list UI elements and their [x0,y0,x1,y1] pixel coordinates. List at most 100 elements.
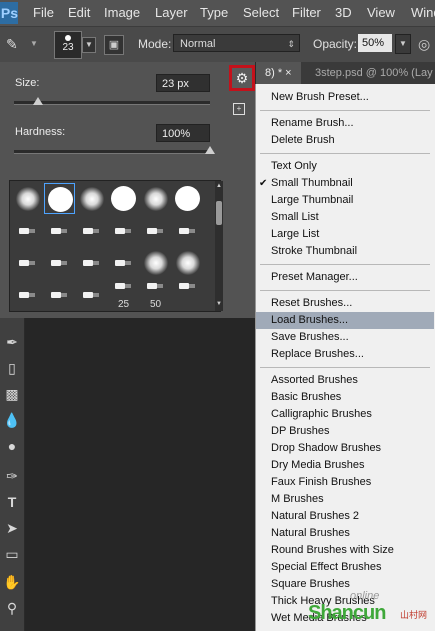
menu-select[interactable]: Select [243,5,279,20]
brush-thumbnail[interactable] [172,247,203,278]
menu-item-new-brush-preset[interactable]: New Brush Preset... [256,89,434,106]
brush-thumbnail[interactable] [44,247,75,278]
brush-thumbnail[interactable] [76,247,107,278]
brush-thumbnail-grid: 25 50 ▲ ▼ [9,180,223,312]
menu-image[interactable]: Image [104,5,140,20]
menu-3d[interactable]: 3D [335,5,352,20]
pen-icon[interactable]: ✑ [2,466,22,486]
gradient-icon[interactable]: ▩ [2,384,22,404]
brush-thumbnail[interactable] [76,279,107,310]
airbrush-icon [147,227,163,235]
brush-thumbnail[interactable] [76,215,107,246]
opacity-dropdown[interactable]: ▼ [395,34,411,54]
brush-thumbnail[interactable] [172,279,203,310]
menu-item-library[interactable]: Assorted Brushes [256,372,434,389]
menu-item-stroke-thumbnail[interactable]: Stroke Thumbnail [256,243,434,260]
menu-type[interactable]: Type [200,5,228,20]
tool-preset-chevron-icon[interactable]: ▼ [30,39,38,48]
blur-icon[interactable]: 💧 [2,410,22,430]
menu-item-library[interactable]: M Brushes [256,491,434,508]
brush-thumbnail[interactable] [44,215,75,246]
menu-item-library[interactable]: Calligraphic Brushes [256,406,434,423]
menu-bar: Ps File Edit Image Layer Type Select Fil… [0,0,435,27]
menu-item-load-brushes[interactable]: Load Brushes... [256,312,434,329]
size-slider-thumb[interactable] [32,97,43,105]
menu-item-text-only[interactable]: Text Only [256,158,434,175]
pressure-opacity-icon[interactable]: ◎ [418,36,430,53]
gear-icon[interactable]: ⚙ [229,65,255,91]
hardness-slider-thumb[interactable] [205,146,215,154]
brush-preset-picker[interactable]: 23 [54,31,82,59]
mode-select[interactable]: Normal ⇕ [173,34,300,52]
photoshop-logo[interactable]: Ps [0,2,18,24]
brush-thumbnail[interactable] [108,247,139,278]
brush-thumbnail[interactable] [12,183,43,214]
dodge-icon[interactable]: ● [2,436,22,456]
brush-thumbnail[interactable] [140,215,171,246]
menu-item-replace-brushes[interactable]: Replace Brushes... [256,346,434,363]
menu-item-library[interactable]: Natural Brushes 2 [256,508,434,525]
tab-active-document[interactable]: 8) * × [255,62,301,84]
menu-layer[interactable]: Layer [155,5,188,20]
menu-item-library[interactable]: Faux Finish Brushes [256,474,434,491]
brush-thumbnail[interactable] [140,247,171,278]
opacity-input[interactable]: 50% [358,34,392,52]
brush-thumbnail[interactable] [76,183,107,214]
brush-tool-icon[interactable]: ✎ [6,36,24,54]
menu-item-library[interactable]: Round Brushes with Size [256,542,434,559]
history-brush-icon[interactable]: ✒ [2,332,22,352]
brush-panel-toggle-icon[interactable]: ▣ [104,35,124,55]
menu-filter[interactable]: Filter [292,5,321,20]
brush-thumbnail[interactable] [172,215,203,246]
type-tool-icon[interactable]: T [2,492,22,512]
menu-item-library[interactable]: Dry Media Brushes [256,457,434,474]
scroll-up-icon[interactable]: ▲ [215,183,223,189]
menu-item-reset-brushes[interactable]: Reset Brushes... [256,295,434,312]
menu-item-library[interactable]: Special Effect Brushes [256,559,434,576]
menu-item-delete-brush[interactable]: Delete Brush [256,132,434,149]
tab-3step-document[interactable]: 3step.psd @ 100% (Lay [315,62,433,84]
menu-file[interactable]: File [33,5,54,20]
path-selection-icon[interactable]: ➤ [2,518,22,538]
new-preset-icon[interactable]: + [233,103,245,115]
menu-item-small-list[interactable]: Small List [256,209,434,226]
brush-thumbnail-selected[interactable] [44,183,75,214]
brush-thumbnail-50[interactable]: 50 [140,279,171,310]
menu-view[interactable]: View [367,5,395,20]
brush-thumbnail[interactable] [12,215,43,246]
menu-item-library[interactable]: Drop Shadow Brushes [256,440,434,457]
rectangle-icon[interactable]: ▭ [2,544,22,564]
brush-thumbnail[interactable] [172,183,203,214]
menu-item-save-brushes[interactable]: Save Brushes... [256,329,434,346]
menu-item-rename-brush[interactable]: Rename Brush... [256,115,434,132]
mode-label: Mode: [138,37,172,51]
menu-item-large-thumbnail[interactable]: Large Thumbnail [256,192,434,209]
brush-grid-scrollbar[interactable]: ▲ ▼ [215,181,223,311]
menu-edit[interactable]: Edit [68,5,90,20]
menu-separator [260,290,430,291]
eraser-icon[interactable]: ▯ [2,358,22,378]
hardness-slider[interactable] [14,146,215,154]
menu-item-library[interactable]: Basic Brushes [256,389,434,406]
menu-window[interactable]: Wind [411,5,435,20]
zoom-icon[interactable]: ⚲ [2,598,22,618]
size-input[interactable]: 23 px [156,74,210,92]
hardness-input[interactable]: 100% [156,124,210,142]
scroll-down-icon[interactable]: ▼ [215,301,223,307]
brush-thumbnail[interactable] [108,183,139,214]
brush-picker-dropdown[interactable]: ▼ [82,37,96,53]
brush-thumbnail[interactable] [12,247,43,278]
menu-item-small-thumbnail[interactable]: ✔ Small Thumbnail [256,175,434,192]
brush-thumbnail-25[interactable]: 25 [108,279,139,310]
menu-item-large-list[interactable]: Large List [256,226,434,243]
size-slider[interactable] [14,97,210,105]
scrollbar-thumb[interactable] [216,201,222,225]
menu-item-library[interactable]: DP Brushes [256,423,434,440]
menu-item-library[interactable]: Natural Brushes [256,525,434,542]
brush-thumbnail[interactable] [12,279,43,310]
brush-thumbnail[interactable] [140,183,171,214]
brush-thumbnail[interactable] [108,215,139,246]
menu-item-preset-manager[interactable]: Preset Manager... [256,269,434,286]
hand-icon[interactable]: ✋ [2,572,22,592]
brush-thumbnail[interactable] [44,279,75,310]
